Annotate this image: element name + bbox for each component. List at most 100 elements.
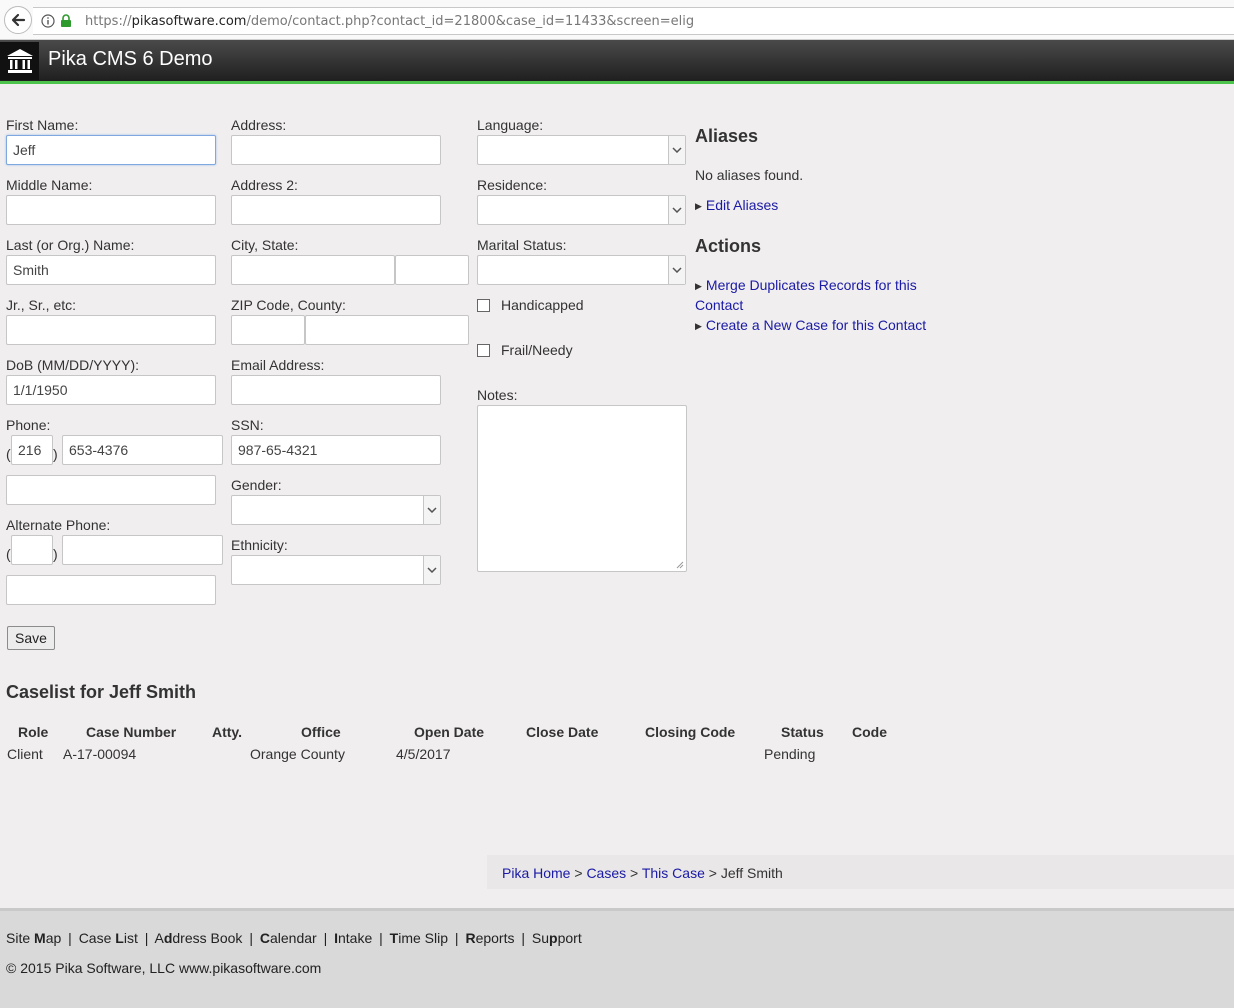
handicapped-checkbox[interactable] bbox=[477, 299, 490, 312]
zip-input[interactable] bbox=[231, 315, 305, 345]
breadcrumb-separator: > bbox=[574, 865, 583, 881]
language-label: Language: bbox=[477, 117, 544, 133]
back-button[interactable] bbox=[4, 6, 32, 34]
alt-phone-number-input[interactable] bbox=[62, 535, 223, 565]
footer-separator: | bbox=[68, 930, 72, 946]
gender-select[interactable] bbox=[231, 495, 441, 525]
gender-dropdown-arrow[interactable] bbox=[423, 496, 440, 524]
frail-needy-checkbox[interactable] bbox=[477, 344, 490, 357]
case-number-link[interactable]: A-17-00094 bbox=[63, 746, 136, 762]
dob-label: DoB (MM/DD/YYYY): bbox=[6, 357, 140, 373]
middle-name-label: Middle Name: bbox=[6, 177, 93, 193]
breadcrumb-current: Jeff Smith bbox=[720, 865, 783, 881]
app-header: Pika CMS 6 Demo bbox=[0, 40, 1234, 84]
language-dropdown-arrow[interactable] bbox=[668, 136, 685, 164]
cell-role: Client bbox=[7, 746, 43, 762]
col-header-close-date[interactable]: Close Date bbox=[526, 724, 598, 740]
breadcrumb-home-link[interactable]: Pika Home bbox=[502, 865, 570, 881]
footer-link-site-map[interactable]: Site Map bbox=[6, 930, 61, 946]
app-title: Pika CMS 6 Demo bbox=[48, 48, 213, 70]
notes-textarea[interactable] bbox=[477, 405, 687, 572]
chevron-down-icon bbox=[672, 147, 682, 153]
resize-grip-icon[interactable] bbox=[676, 561, 684, 569]
save-button[interactable]: Save bbox=[7, 626, 55, 650]
ethnicity-dropdown-arrow[interactable] bbox=[423, 556, 440, 584]
footer-link-intake[interactable]: Intake bbox=[334, 930, 372, 946]
col-header-case-number[interactable]: Case Number bbox=[86, 724, 176, 740]
residence-dropdown-arrow[interactable] bbox=[668, 196, 685, 224]
email-input[interactable] bbox=[231, 375, 441, 405]
marital-status-label: Marital Status: bbox=[477, 237, 567, 253]
footer-nav: Site Map | Case List | Address Book | Ca… bbox=[6, 930, 582, 946]
cell-office: Orange County bbox=[250, 746, 345, 762]
breadcrumb: Pika Home > Cases > This Case > Jeff Smi… bbox=[487, 855, 1234, 889]
caselist-title: Caselist for Jeff Smith bbox=[6, 682, 197, 702]
middle-name-input[interactable] bbox=[6, 195, 216, 225]
actions-heading: Actions bbox=[695, 236, 762, 256]
alt-phone-paren-open: ( bbox=[6, 546, 11, 562]
footer-link-case-list[interactable]: Case List bbox=[79, 930, 138, 946]
footer-separator: | bbox=[521, 930, 526, 946]
state-input[interactable] bbox=[395, 255, 469, 285]
col-header-role[interactable]: Role bbox=[18, 724, 48, 740]
new-case-row: ▶ Create a New Case for this Contact bbox=[695, 317, 926, 333]
footer-link-reports[interactable]: Reports bbox=[465, 930, 514, 946]
marital-status-select[interactable] bbox=[477, 255, 686, 285]
footer-link-address-book[interactable]: Address Book bbox=[154, 930, 242, 946]
phone-paren-close: ) bbox=[53, 446, 58, 462]
col-header-code[interactable]: Code bbox=[852, 724, 887, 740]
new-case-link[interactable]: Create a New Case for this Contact bbox=[706, 317, 926, 333]
alt-phone-notes-input[interactable] bbox=[6, 575, 216, 605]
merge-duplicates-link-cont[interactable]: Contact bbox=[695, 297, 743, 313]
triangle-right-icon: ▶ bbox=[695, 321, 702, 331]
footer-separator: | bbox=[454, 930, 459, 946]
app-logo[interactable] bbox=[0, 42, 39, 80]
dob-input[interactable] bbox=[6, 375, 216, 405]
footer-link-calendar[interactable]: Calendar bbox=[260, 930, 317, 946]
phone-number-input[interactable] bbox=[62, 435, 223, 465]
ssn-label: SSN: bbox=[231, 417, 264, 433]
suffix-label: Jr., Sr., etc: bbox=[6, 297, 77, 313]
last-name-input[interactable] bbox=[6, 255, 216, 285]
chevron-down-icon bbox=[427, 567, 437, 573]
breadcrumb-this-case-link[interactable]: This Case bbox=[642, 865, 705, 881]
footer-link-support[interactable]: Support bbox=[532, 930, 582, 946]
edit-aliases-row: ▶ Edit Aliases bbox=[695, 197, 778, 213]
ethnicity-select[interactable] bbox=[231, 555, 441, 585]
first-name-input[interactable] bbox=[6, 135, 216, 165]
col-header-office[interactable]: Office bbox=[301, 724, 341, 740]
ssn-input[interactable] bbox=[231, 435, 441, 465]
lock-icon bbox=[61, 14, 71, 27]
copyright-text: © 2015 Pika Software, LLC www.pikasoftwa… bbox=[6, 960, 322, 976]
phone-paren-open: ( bbox=[6, 446, 11, 462]
aliases-heading: Aliases bbox=[695, 126, 759, 146]
phone-notes-input[interactable] bbox=[6, 475, 216, 505]
edit-aliases-link[interactable]: Edit Aliases bbox=[706, 197, 778, 213]
address-label: Address: bbox=[231, 117, 287, 133]
residence-select[interactable] bbox=[477, 195, 686, 225]
marital-status-dropdown-arrow[interactable] bbox=[668, 256, 685, 284]
col-header-open-date[interactable]: Open Date bbox=[414, 724, 484, 740]
phone-area-input[interactable] bbox=[11, 435, 53, 465]
footer-link-time-slip[interactable]: Time Slip bbox=[390, 930, 448, 946]
address-input[interactable] bbox=[231, 135, 441, 165]
info-icon[interactable] bbox=[41, 14, 55, 28]
ethnicity-label: Ethnicity: bbox=[231, 537, 288, 553]
language-select[interactable] bbox=[477, 135, 686, 165]
col-header-closing-code[interactable]: Closing Code bbox=[645, 724, 735, 740]
chevron-down-icon bbox=[672, 207, 682, 213]
merge-duplicates-link[interactable]: Merge Duplicates Records for this bbox=[706, 277, 917, 293]
col-header-status[interactable]: Status bbox=[781, 724, 824, 740]
handicapped-label: Handicapped bbox=[501, 297, 584, 313]
breadcrumb-cases-link[interactable]: Cases bbox=[586, 865, 626, 881]
chevron-down-icon bbox=[672, 267, 682, 273]
city-input[interactable] bbox=[231, 255, 395, 285]
address2-input[interactable] bbox=[231, 195, 441, 225]
suffix-input[interactable] bbox=[6, 315, 216, 345]
col-header-atty[interactable]: Atty. bbox=[212, 724, 242, 740]
url-field[interactable]: https://pikasoftware.com/demo/contact.ph… bbox=[33, 7, 1234, 35]
alt-phone-area-input[interactable] bbox=[11, 535, 53, 565]
triangle-right-icon: ▶ bbox=[695, 281, 702, 291]
breadcrumb-separator: > bbox=[630, 865, 639, 881]
county-input[interactable] bbox=[305, 315, 469, 345]
